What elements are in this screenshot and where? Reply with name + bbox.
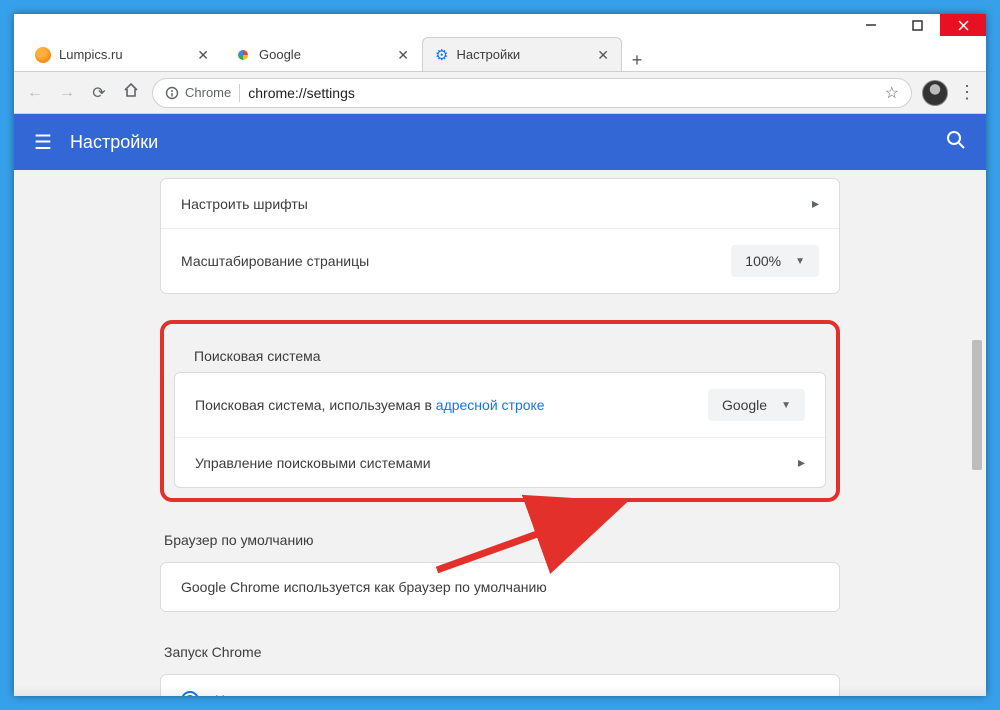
gear-favicon-icon: ⚙	[435, 46, 448, 64]
close-button[interactable]	[940, 14, 986, 36]
default-browser-card: Google Chrome используется как браузер п…	[160, 562, 840, 612]
google-favicon-icon	[235, 47, 251, 63]
maximize-icon	[912, 20, 923, 31]
tab-close-icon[interactable]: ✕	[397, 48, 409, 62]
manage-search-engines-label: Управление поисковыми системами	[195, 455, 431, 471]
omnibox[interactable]: Chrome chrome://settings ☆	[152, 78, 912, 108]
settings-title: Настройки	[70, 132, 158, 153]
chevron-right-icon: ▸	[812, 195, 819, 212]
search-engine-section-title: Поисковая система	[174, 332, 826, 372]
back-button[interactable]: ←	[24, 84, 46, 102]
menu-icon[interactable]: ☰	[34, 130, 52, 155]
scrollbar[interactable]	[970, 170, 984, 696]
page-zoom-row: Масштабирование страницы 100% ▼	[161, 228, 839, 293]
manage-search-engines-row[interactable]: Управление поисковыми системами ▸	[175, 437, 825, 487]
content-fade	[14, 686, 986, 696]
search-engine-row: Поисковая система, используемая в адресн…	[175, 373, 825, 437]
appearance-card: Настроить шрифты ▸ Масштабирование стран…	[160, 178, 840, 294]
fonts-row[interactable]: Настроить шрифты ▸	[161, 179, 839, 228]
search-icon[interactable]	[946, 130, 966, 155]
maximize-button[interactable]	[894, 14, 940, 36]
new-tab-button[interactable]: +	[622, 50, 652, 71]
settings-column: Настроить шрифты ▸ Масштабирование стран…	[160, 170, 840, 696]
site-info-icon[interactable]: Chrome	[165, 85, 231, 100]
window-frame: Lumpics.ru ✕ Google ✕ ⚙ Настройки ✕ + ← …	[0, 0, 1000, 710]
tab-label: Настройки	[456, 47, 589, 62]
tab-label: Lumpics.ru	[59, 47, 189, 62]
minimize-button[interactable]	[848, 14, 894, 36]
startup-section-title: Запуск Chrome	[160, 638, 840, 674]
omnibox-divider	[239, 84, 240, 102]
dropdown-arrow-icon: ▼	[795, 256, 805, 267]
scrollbar-thumb[interactable]	[972, 340, 982, 470]
search-engine-label: Поисковая система, используемая в адресн…	[195, 397, 545, 413]
fonts-row-label: Настроить шрифты	[181, 196, 308, 212]
profile-avatar[interactable]	[922, 80, 948, 106]
tab-label: Google	[259, 47, 389, 62]
reload-button[interactable]: ⟳	[88, 83, 110, 103]
browser-menu-button[interactable]: ⋮	[958, 82, 976, 103]
search-engine-highlight: Поисковая система Поисковая система, исп…	[160, 320, 840, 502]
home-icon	[122, 81, 140, 99]
page-zoom-label: Масштабирование страницы	[181, 253, 369, 269]
default-browser-section-title: Браузер по умолчанию	[160, 526, 840, 562]
close-icon	[958, 20, 969, 31]
bookmark-star-icon[interactable]: ☆	[885, 83, 899, 103]
tab-close-icon[interactable]: ✕	[197, 48, 209, 62]
page-zoom-value: 100%	[745, 253, 781, 269]
tab-settings[interactable]: ⚙ Настройки ✕	[422, 37, 622, 71]
tab-lumpics[interactable]: Lumpics.ru ✕	[22, 37, 222, 71]
home-button[interactable]	[120, 81, 142, 104]
tab-strip: Lumpics.ru ✕ Google ✕ ⚙ Настройки ✕ +	[14, 36, 986, 72]
default-browser-text: Google Chrome используется как браузер п…	[181, 579, 547, 595]
dropdown-arrow-icon: ▼	[781, 400, 791, 411]
settings-header: ☰ Настройки	[14, 114, 986, 170]
titlebar	[14, 14, 986, 36]
chevron-right-icon: ▸	[798, 454, 805, 471]
tab-close-icon[interactable]: ✕	[597, 48, 609, 62]
search-engine-dropdown[interactable]: Google ▼	[708, 389, 805, 421]
toolbar: ← → ⟳ Chrome chrome://settings ☆ ⋮	[14, 72, 986, 114]
lumpics-favicon-icon	[35, 47, 51, 63]
tab-google[interactable]: Google ✕	[222, 37, 422, 71]
forward-button[interactable]: →	[56, 84, 78, 102]
search-engine-value: Google	[722, 397, 767, 413]
default-browser-row: Google Chrome используется как браузер п…	[161, 563, 839, 611]
address-bar-link[interactable]: адресной строке	[436, 397, 545, 413]
search-engine-card: Поисковая система, используемая в адресн…	[174, 372, 826, 488]
page-zoom-dropdown[interactable]: 100% ▼	[731, 245, 819, 277]
settings-content: Настроить шрифты ▸ Масштабирование стран…	[14, 170, 986, 696]
browser-window: Lumpics.ru ✕ Google ✕ ⚙ Настройки ✕ + ← …	[14, 14, 986, 696]
omnibox-url: chrome://settings	[248, 85, 355, 101]
site-info-label: Chrome	[185, 85, 231, 100]
minimize-icon	[865, 19, 877, 31]
